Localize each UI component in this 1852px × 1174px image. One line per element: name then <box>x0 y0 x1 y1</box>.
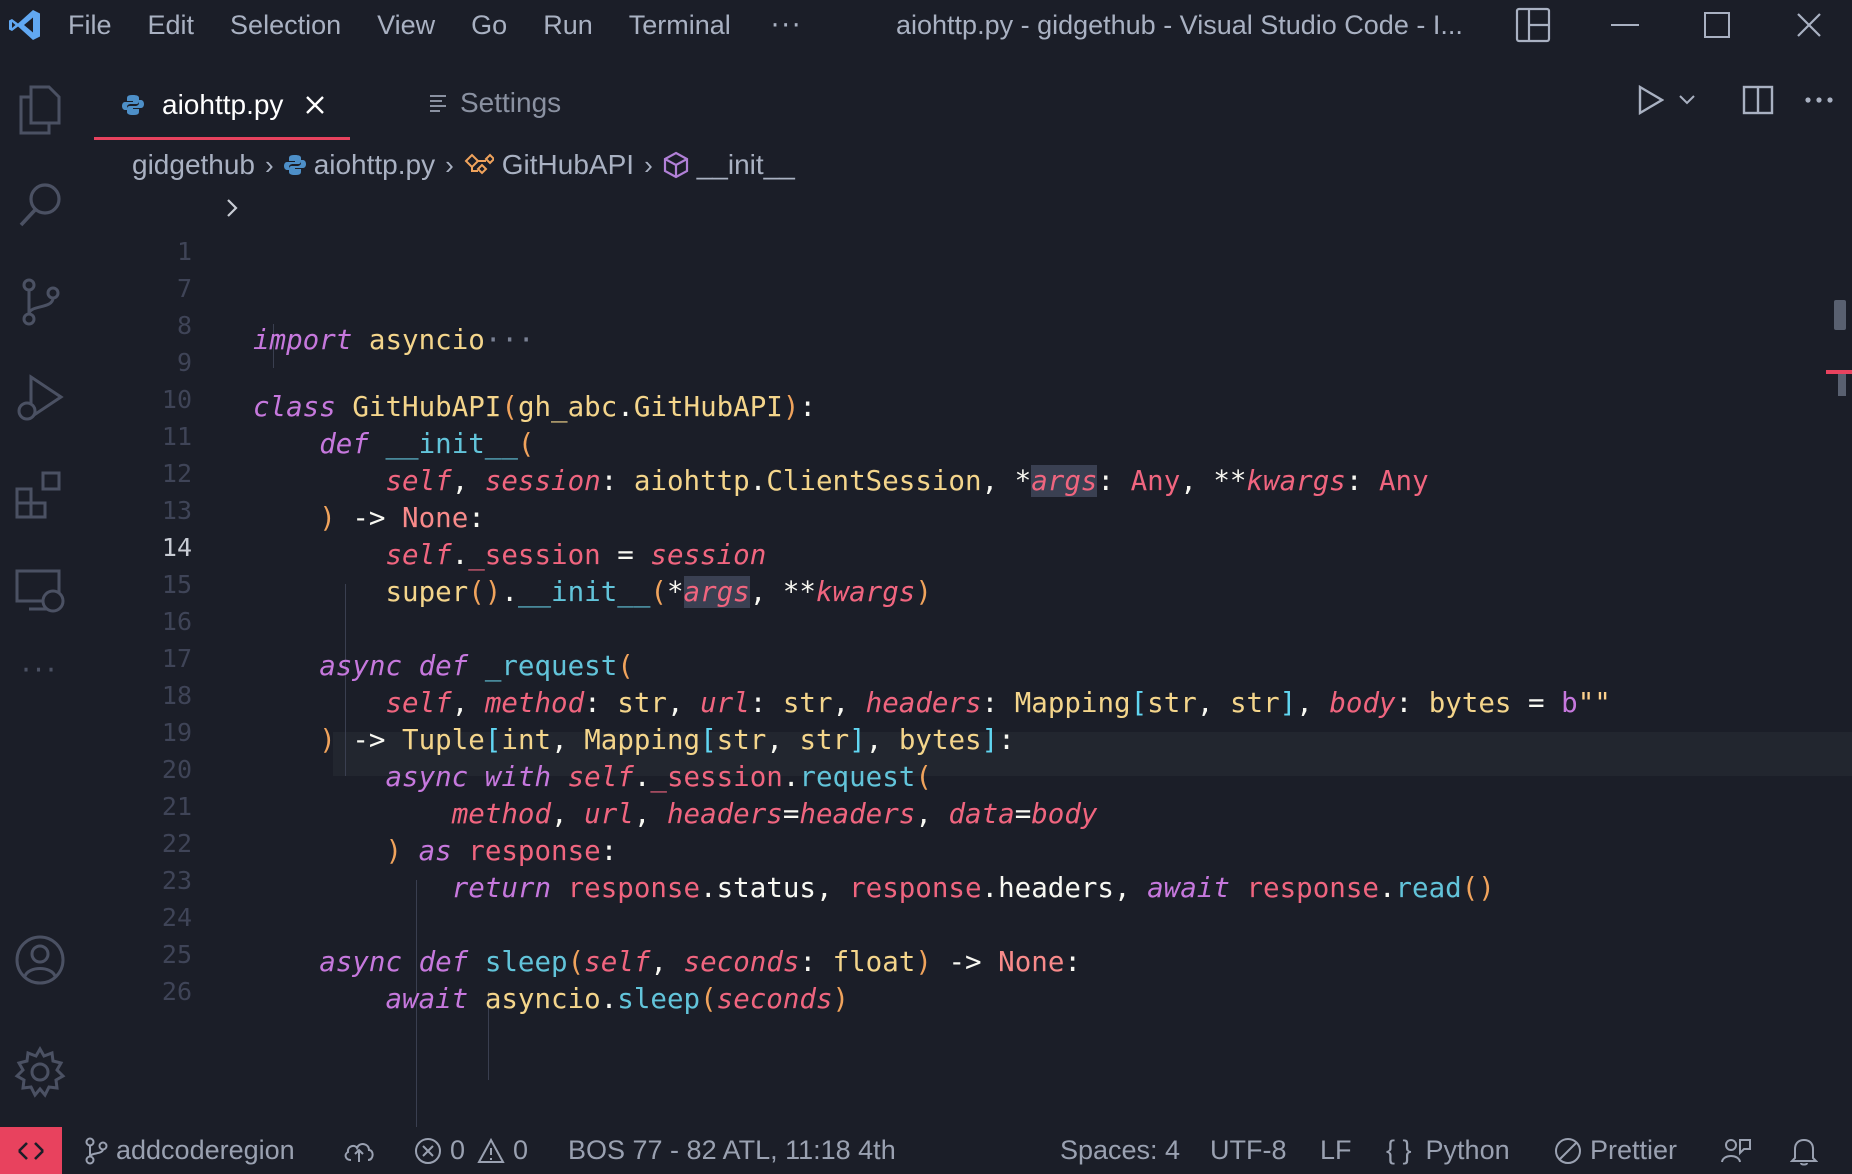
window-title: aiohttp.py - gidgethub - Visual Studio C… <box>896 10 1463 40</box>
tab-aiohttp-py[interactable]: aiohttp.py <box>94 72 350 140</box>
status-bar: addcoderegion 0 0 BOS 77 - 82 ATL, 11:18… <box>0 1127 1852 1174</box>
method-cube-icon <box>663 151 689 179</box>
code-editor[interactable]: 1 import asyncio··· 7 8 9 class GitHubAP… <box>80 192 1852 1138</box>
settings-gear-icon[interactable] <box>0 1032 80 1112</box>
problems-status-item[interactable]: 0 0 <box>414 1127 528 1174</box>
error-count: 0 <box>450 1135 466 1165</box>
run-python-file-button[interactable] <box>1636 72 1696 128</box>
menu-run[interactable]: Run <box>525 0 611 50</box>
remote-indicator-button[interactable] <box>0 1127 62 1174</box>
search-icon[interactable] <box>0 166 80 246</box>
breadcrumb-file[interactable]: aiohttp.py <box>314 149 435 181</box>
scrollbar-highlight-marker <box>1838 374 1846 396</box>
notifications-bell-icon[interactable] <box>1790 1127 1826 1174</box>
close-tab-icon[interactable] <box>305 95 325 115</box>
indentation-status-item[interactable]: Spaces: 4 <box>1060 1127 1180 1174</box>
menu-bar: File Edit Selection View Go Run Terminal… <box>50 0 825 50</box>
class-icon <box>464 153 494 177</box>
menu-file[interactable]: File <box>50 0 130 50</box>
explorer-icon[interactable] <box>0 70 80 150</box>
tab-settings[interactable]: Settings <box>410 72 561 134</box>
maximize-button[interactable] <box>1692 0 1742 50</box>
language-mode-status-item[interactable]: { } Python <box>1386 1127 1510 1174</box>
editor-more-actions-icon[interactable] <box>1804 72 1834 128</box>
code-line: 26 <box>161 977 192 1006</box>
settings-list-icon <box>428 93 448 113</box>
python-icon <box>122 94 144 116</box>
prettier-disabled-icon <box>1555 1137 1581 1164</box>
remote-explorer-icon[interactable] <box>0 550 80 630</box>
git-branch-icon <box>85 1137 108 1164</box>
minimize-button[interactable] <box>1600 0 1650 50</box>
more-icon[interactable]: ··· <box>0 630 80 710</box>
braces-icon: { } <box>1386 1135 1412 1165</box>
chevron-right-icon: › <box>445 149 454 180</box>
source-control-icon[interactable] <box>0 262 80 342</box>
layout-toggle-icon[interactable] <box>1508 0 1558 50</box>
menu-edit[interactable]: Edit <box>130 0 213 50</box>
breadcrumb-method[interactable]: __init__ <box>697 149 795 181</box>
encoding-status-item[interactable]: UTF-8 <box>1210 1127 1287 1174</box>
score-status-item[interactable]: BOS 77 - 82 ATL, 11:18 4th <box>568 1127 896 1174</box>
breadcrumb-class[interactable]: GitHubAPI <box>502 149 634 181</box>
tab-label: Settings <box>460 87 562 118</box>
extensions-icon[interactable] <box>0 454 80 534</box>
branch-name: addcoderegion <box>116 1135 295 1165</box>
chevron-down-icon[interactable] <box>1678 94 1696 106</box>
close-window-button[interactable] <box>1784 0 1834 50</box>
title-bar: File Edit Selection View Go Run Terminal… <box>0 0 1852 50</box>
vertical-scrollbar-thumb[interactable] <box>1834 300 1846 330</box>
python-icon <box>283 154 306 176</box>
run-debug-icon[interactable] <box>0 358 80 438</box>
menu-more-button[interactable]: ··· <box>749 10 825 41</box>
sync-cloud-icon[interactable] <box>342 1127 384 1174</box>
accounts-icon[interactable] <box>0 920 80 1000</box>
prettier-status-item[interactable]: Prettier <box>1554 1127 1677 1174</box>
warning-triangle-icon <box>477 1137 505 1163</box>
menu-terminal[interactable]: Terminal <box>611 0 749 50</box>
warning-count: 0 <box>513 1135 529 1165</box>
error-circle-icon <box>415 1137 441 1164</box>
menu-selection[interactable]: Selection <box>212 0 359 50</box>
menu-view[interactable]: View <box>359 0 453 50</box>
branch-status-item[interactable]: addcoderegion <box>84 1127 295 1174</box>
breadcrumb: gidgethub › aiohttp.py › GitHubAPI › __i… <box>132 142 795 188</box>
tab-label: aiohttp.py <box>162 88 284 120</box>
menu-go[interactable]: Go <box>453 0 525 50</box>
split-editor-icon[interactable] <box>1742 72 1774 128</box>
activity-bar: ··· <box>0 50 80 1127</box>
editor-tabs: aiohttp.py Settings <box>80 50 1852 140</box>
eol-status-item[interactable]: LF <box>1320 1127 1352 1174</box>
chevron-right-icon: › <box>644 149 653 180</box>
vscode-logo-icon <box>0 0 50 50</box>
breadcrumb-folder[interactable]: gidgethub <box>132 149 255 181</box>
chevron-right-icon: › <box>265 149 274 180</box>
feedback-icon[interactable] <box>1720 1127 1760 1174</box>
